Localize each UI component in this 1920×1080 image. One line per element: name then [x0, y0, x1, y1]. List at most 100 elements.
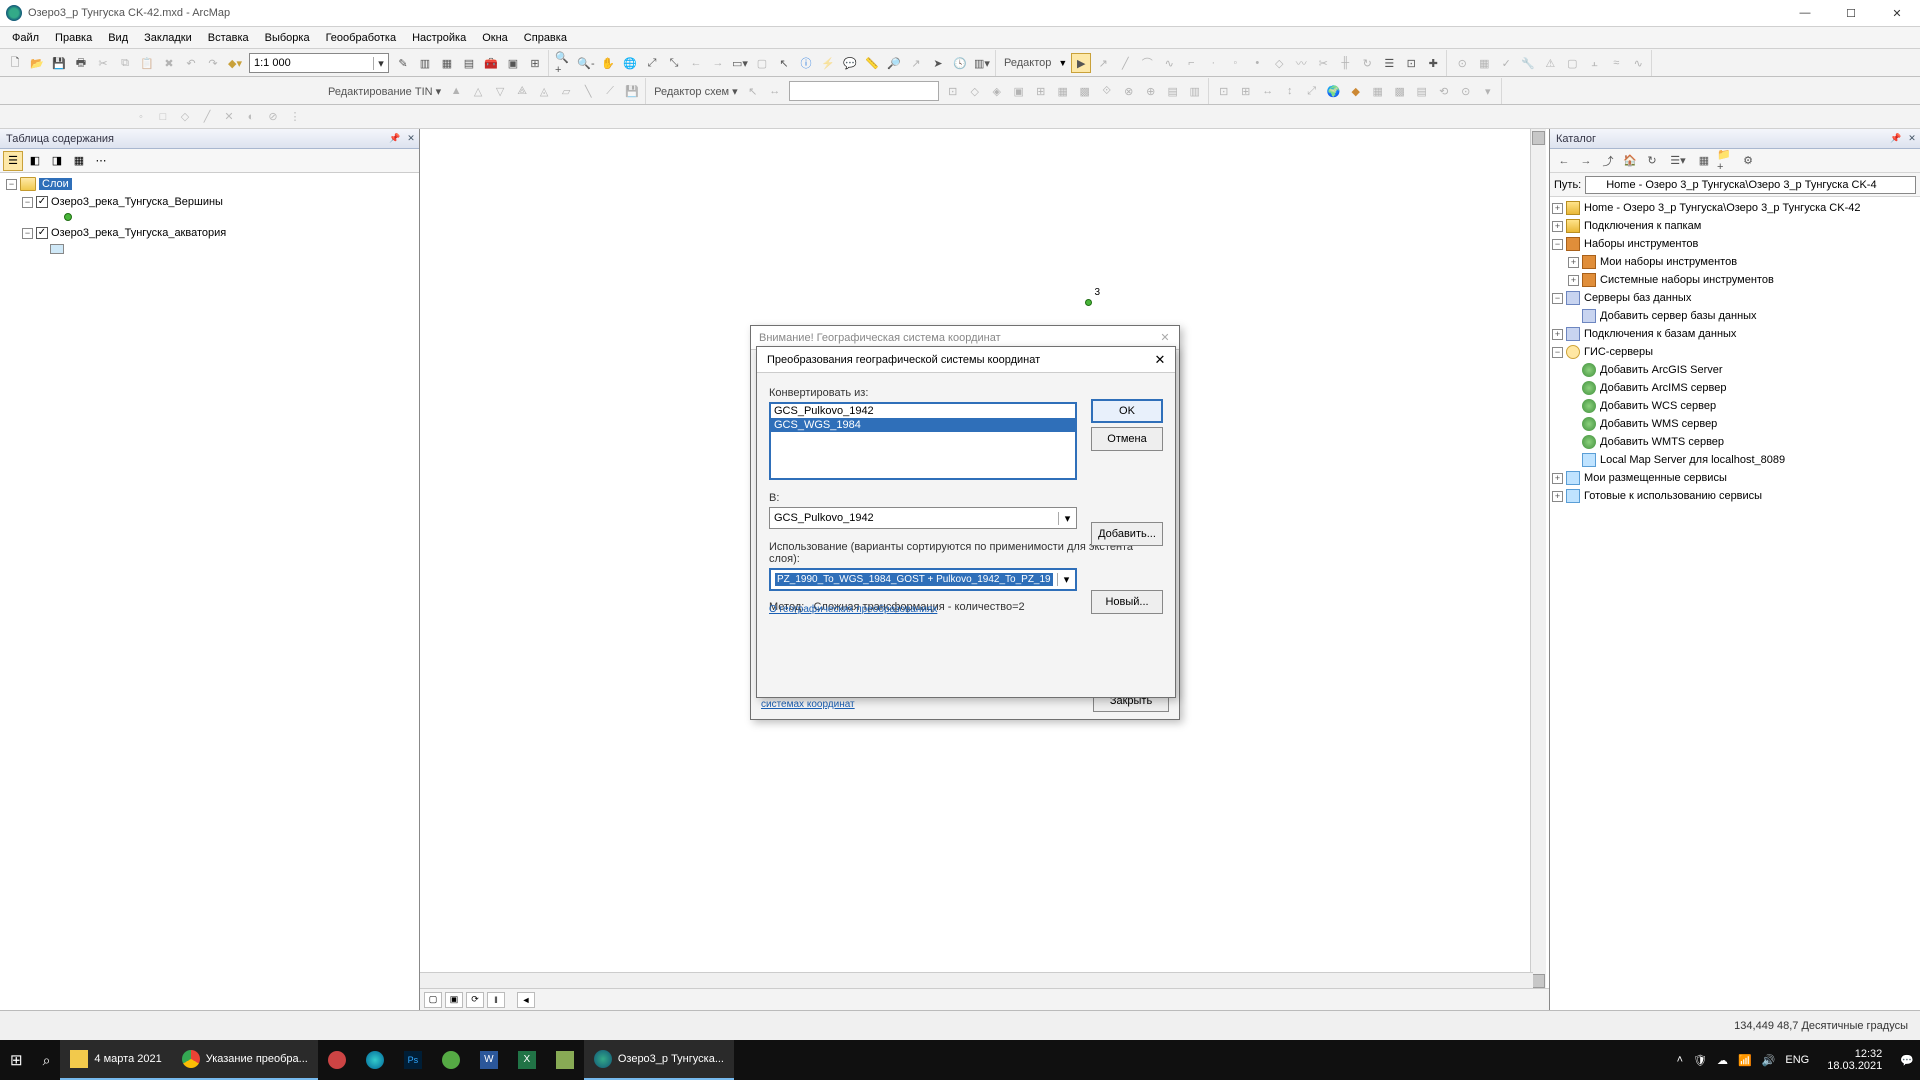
clear-selection-icon[interactable]: ▢ [752, 53, 772, 73]
taskbar-note[interactable] [546, 1040, 584, 1080]
fixed-zoom-out-icon[interactable]: ⤡ [664, 53, 684, 73]
convert-to-combo[interactable]: GCS_Pulkovo_1942▾ [769, 507, 1077, 529]
scheme-8-icon[interactable]: ⟐ [1097, 81, 1117, 101]
georef-3-icon[interactable]: ↔ [1258, 81, 1278, 101]
menu-windows[interactable]: Окна [474, 30, 516, 46]
expand-icon[interactable]: − [22, 228, 33, 239]
model-builder-icon[interactable]: ⊞ [525, 53, 545, 73]
tree-item[interactable]: Мои наборы инструментов [1600, 256, 1737, 268]
align-icon[interactable]: ⫠ [1584, 53, 1604, 73]
arc-toolbox-icon[interactable]: 🧰 [481, 53, 501, 73]
taskbar-chrome[interactable]: Указание преобра... [172, 1040, 318, 1080]
scheme-9-icon[interactable]: ⊗ [1119, 81, 1139, 101]
cat-home-icon[interactable]: 🏠 [1620, 151, 1640, 171]
transformation-combo[interactable]: PZ_1990_To_WGS_1984_GOST + Pulkovo_1942_… [769, 568, 1077, 591]
expand-icon[interactable]: + [1568, 257, 1579, 268]
expand-icon[interactable]: + [1568, 275, 1579, 286]
new-doc-icon[interactable]: 🗋 [5, 53, 25, 73]
tree-item[interactable]: Готовые к использованию сервисы [1584, 490, 1762, 502]
toc-pin-icon[interactable]: 📌 [387, 131, 403, 147]
toc-list-by-visibility-icon[interactable]: ◨ [47, 151, 67, 171]
scroll-up-icon[interactable] [1532, 131, 1545, 145]
zoom-in-icon[interactable]: 🔍+ [554, 53, 574, 73]
arc-segment-icon[interactable]: ⌒ [1137, 53, 1157, 73]
tray-lang[interactable]: ENG [1785, 1054, 1809, 1066]
midpoint-icon[interactable]: · [1203, 53, 1223, 73]
edit-tool-icon[interactable]: ▶ [1071, 53, 1091, 73]
measure-icon[interactable]: 📏 [862, 53, 882, 73]
scroll-left-icon[interactable]: ◄ [517, 992, 535, 1008]
menu-selection[interactable]: Выборка [257, 30, 318, 46]
scheme-10-icon[interactable]: ⊕ [1141, 81, 1161, 101]
expand-icon[interactable]: − [1552, 239, 1563, 250]
snap-mid-icon[interactable]: ◐ [241, 107, 261, 127]
tray-icon[interactable]: ☁ [1717, 1054, 1728, 1067]
snap-tan-icon[interactable]: ⊘ [263, 107, 283, 127]
scroll-down-icon[interactable] [1532, 974, 1545, 988]
taskbar-ps[interactable]: Ps [394, 1040, 432, 1080]
fixed-zoom-in-icon[interactable]: ⤢ [642, 53, 662, 73]
edit-annotation-icon[interactable]: ↗ [1093, 53, 1113, 73]
smooth-icon[interactable]: ∿ [1628, 53, 1648, 73]
georef-9-icon[interactable]: ⟲ [1434, 81, 1454, 101]
sketch-props-icon[interactable]: ⊡ [1401, 53, 1421, 73]
expand-icon[interactable]: + [1552, 491, 1563, 502]
scheme-6-icon[interactable]: ▦ [1053, 81, 1073, 101]
split-icon[interactable]: ╫ [1335, 53, 1355, 73]
menu-view[interactable]: Вид [100, 30, 136, 46]
listbox-item[interactable]: GCS_Pulkovo_1942 [771, 404, 1075, 418]
scheme-1-icon[interactable]: ⊡ [943, 81, 963, 101]
cat-refresh-icon[interactable]: ↻ [1642, 151, 1662, 171]
tin-tag-icon[interactable]: ▱ [556, 81, 576, 101]
catalog-close-icon[interactable]: ✕ [1904, 131, 1920, 147]
select-elements-icon[interactable]: ↖ [774, 53, 794, 73]
coord-systems-link[interactable]: системах координат [761, 699, 855, 711]
find-icon[interactable]: 🔎 [884, 53, 904, 73]
dialog-header[interactable]: Преобразования географической системы ко… [757, 347, 1175, 373]
tree-item[interactable]: ГИС-серверы [1584, 346, 1653, 358]
find-route-icon[interactable]: ↗ [906, 53, 926, 73]
menu-bookmarks[interactable]: Закладки [136, 30, 200, 46]
html-popup-icon[interactable]: 💬 [840, 53, 860, 73]
menu-insert[interactable]: Вставка [200, 30, 257, 46]
validate-icon[interactable]: ✓ [1496, 53, 1516, 73]
tree-item[interactable]: Серверы баз данных [1584, 292, 1691, 304]
copy-icon[interactable]: ⧉ [115, 53, 135, 73]
scheme-combo[interactable] [789, 81, 939, 101]
vertical-scrollbar[interactable] [1530, 129, 1546, 990]
tree-item[interactable]: Добавить ArcGIS Server [1600, 364, 1723, 376]
tray-chevron-icon[interactable]: ˄ [1677, 1054, 1683, 1066]
georef-7-icon[interactable]: ▩ [1390, 81, 1410, 101]
close-window-button[interactable]: ✕ [1874, 0, 1920, 27]
ok-button[interactable]: OK [1091, 399, 1163, 423]
tray-clock[interactable]: 12:32 18.03.2021 [1819, 1048, 1890, 1072]
toolbar-icon[interactable]: ▥ [415, 53, 435, 73]
cat-connect-folder-icon[interactable]: 📁+ [1716, 151, 1736, 171]
cut-icon[interactable]: ✂ [93, 53, 113, 73]
cancel-button[interactable]: Отмена [1091, 427, 1163, 451]
horizontal-scrollbar[interactable] [420, 972, 1533, 988]
cat-options-icon[interactable]: ⚙ [1738, 151, 1758, 171]
attributes-icon[interactable]: ☰ [1379, 53, 1399, 73]
toc-list-by-drawing-icon[interactable]: ☰ [3, 151, 23, 171]
tree-item[interactable]: Home - Озеро 3_р Тунгуска\Озеро 3_р Тунг… [1584, 202, 1860, 214]
cat-back-icon[interactable]: ← [1554, 151, 1574, 171]
toc-options-icon[interactable]: ⋯ [91, 151, 111, 171]
tin-node-icon[interactable]: ▲ [446, 81, 466, 101]
python-window-icon[interactable]: ▣ [503, 53, 523, 73]
paste-icon[interactable]: 📋 [137, 53, 157, 73]
about-transformations-link[interactable]: О географических преобразованиях [769, 604, 937, 615]
expand-icon[interactable]: − [22, 197, 33, 208]
cat-fwd-icon[interactable]: → [1576, 151, 1596, 171]
georef-4-icon[interactable]: ↕ [1280, 81, 1300, 101]
tree-item[interactable]: Добавить WMTS сервер [1600, 436, 1724, 448]
snap-vertex-icon[interactable]: ◇ [175, 107, 195, 127]
chevron-down-icon[interactable]: ▾ [1057, 573, 1075, 586]
reshape-icon[interactable]: 〰 [1291, 53, 1311, 73]
menu-file[interactable]: Файл [4, 30, 47, 46]
tray-notifications-icon[interactable]: 💬 [1900, 1054, 1914, 1067]
dialog-close-icon[interactable]: ✕ [1145, 347, 1175, 373]
point-symbol-icon[interactable] [64, 213, 72, 221]
undo-icon[interactable]: ↶ [181, 53, 201, 73]
expand-icon[interactable]: + [1552, 329, 1563, 340]
